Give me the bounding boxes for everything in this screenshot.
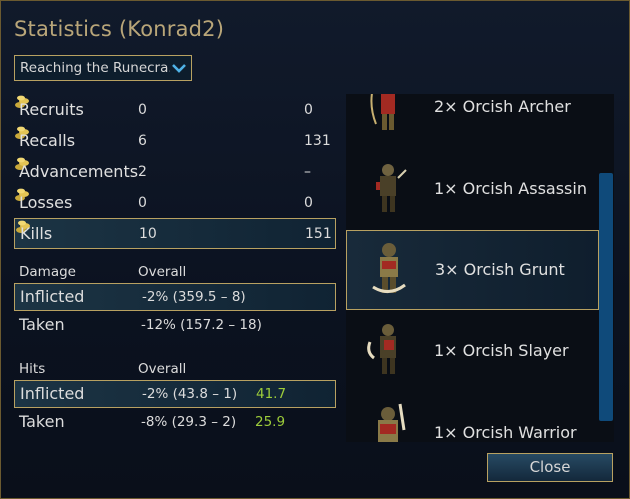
damage-header-label: Damage [19,264,76,280]
unit-name: 1× Orcish Slayer [434,341,569,360]
unit-item-orcish-grunt[interactable]: 3× Orcish Grunt [346,230,599,310]
unit-item-orcish-archer[interactable]: 2× Orcish Archer [346,94,599,148]
row-label: Inflicted [20,384,85,403]
stat-label: Recruits [19,100,84,119]
statistics-dialog: Statistics (Konrad2) Reaching the Runecr… [0,0,630,499]
hits-taken-row[interactable]: Taken -8% (29.3 – 2) 25.9 [14,408,336,436]
row-extra-value: 25.9 [255,414,286,430]
stat-count: 0 [138,102,147,118]
orcish-warrior-sprite [378,403,406,442]
stat-label: Advancements [19,162,139,181]
unit-item-orcish-assassin[interactable]: 1× Orcish Assassin [346,150,599,230]
hits-column-label: Overall [138,361,187,377]
chevron-down-icon [172,64,186,73]
unit-item-orcish-slayer[interactable]: 1× Orcish Slayer [346,312,599,392]
stat-count: 2 [138,164,147,180]
orcish-slayer-sprite [367,324,396,374]
row-label: Taken [19,412,65,431]
stat-label: Kills [20,224,53,243]
summary-row-recalls: Recalls 6 131 [14,125,336,156]
damage-section: Damage Overall Inflicted -2% (359.5 – 8)… [14,261,336,339]
summary-row-advancements: Advancements 2 – [14,156,336,187]
unit-name: 1× Orcish Assassin [434,179,587,198]
hits-header: Hits Overall [14,358,336,380]
summary-row-recruits: Recruits 0 0 [14,94,336,125]
damage-column-label: Overall [138,264,187,280]
row-value: -2% (43.8 – 1) [142,386,238,402]
summary-row-kills[interactable]: Kills 10 151 [14,218,336,249]
orcish-archer-sprite [370,94,395,130]
damage-inflicted-row[interactable]: Inflicted -2% (359.5 – 8) [14,283,336,311]
scenario-dropdown-value: Reaching the Runecra... [20,60,170,76]
damage-taken-row[interactable]: Taken -12% (157.2 – 18) [14,311,336,339]
orcish-assassin-sprite [376,164,407,212]
stat-label: Losses [19,193,73,212]
row-label: Taken [19,315,65,334]
stat-label: Recalls [19,131,76,150]
dialog-title: Statistics (Konrad2) [14,17,225,41]
summary-row-losses: Losses 0 0 [14,187,336,218]
row-value: -8% (29.3 – 2) [141,414,237,430]
summary-table: Recruits 0 0 Recalls 6 131 Advancements … [14,94,336,249]
hits-header-label: Hits [19,361,46,377]
close-button[interactable]: Close [487,453,613,482]
row-extra-value: 41.7 [256,386,287,402]
stat-gold: 0 [304,195,313,211]
row-value: -12% (157.2 – 18) [141,317,262,333]
scenario-dropdown[interactable]: Reaching the Runecra... [14,55,192,81]
stat-gold: 131 [304,133,331,149]
unit-list-scrollbar[interactable] [599,173,613,421]
stat-count: 0 [138,195,147,211]
stat-gold: – [304,164,311,180]
damage-header: Damage Overall [14,261,336,283]
orcish-grunt-sprite [372,243,406,293]
row-label: Inflicted [20,287,85,306]
stat-count: 6 [138,133,147,149]
hits-inflicted-row[interactable]: Inflicted -2% (43.8 – 1) 41.7 [14,380,336,408]
unit-list[interactable]: 2× Orcish Archer 1× Orcish Assassin 3× O… [346,94,614,442]
unit-name: 2× Orcish Archer [434,97,571,116]
stat-gold: 151 [305,226,332,242]
stat-count: 10 [139,226,157,242]
unit-item-orcish-warrior[interactable]: 1× Orcish Warrior [346,394,599,442]
unit-name: 3× Orcish Grunt [435,260,565,279]
stat-gold: 0 [304,102,313,118]
hits-section: Hits Overall Inflicted -2% (43.8 – 1) 41… [14,358,336,436]
row-value: -2% (359.5 – 8) [142,289,246,305]
unit-name: 1× Orcish Warrior [434,423,577,442]
